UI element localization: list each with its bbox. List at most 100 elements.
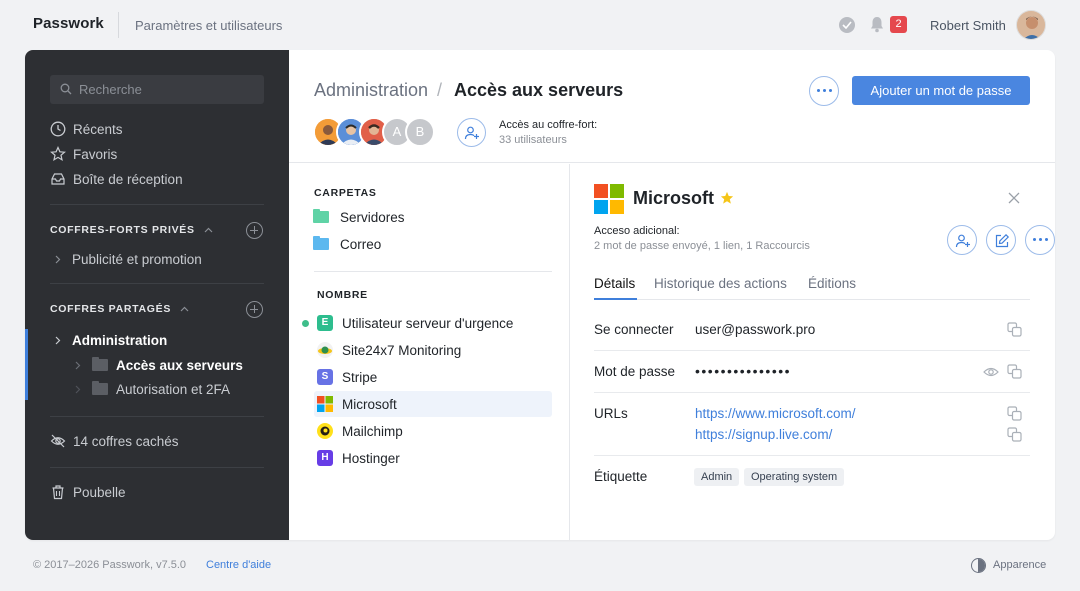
add-member-button[interactable]: [457, 118, 486, 147]
help-center-link[interactable]: Centre d'aide: [206, 559, 271, 571]
clock-icon: [50, 121, 66, 137]
add-shared-vault-icon[interactable]: [246, 301, 263, 318]
share-entry-button[interactable]: [947, 225, 977, 255]
app-logo[interactable]: Passwork: [33, 15, 104, 32]
vault-item-publicite[interactable]: Publicité et promotion: [52, 249, 202, 269]
user-avatar[interactable]: [1016, 10, 1046, 40]
user-name[interactable]: Robert Smith: [930, 18, 1006, 33]
hidden-vaults-label: 14 coffres cachés: [73, 433, 179, 449]
check-icon[interactable]: [839, 17, 855, 33]
eye-off-icon: [50, 434, 66, 448]
hostinger-icon: H: [317, 450, 333, 466]
star-icon: [50, 146, 66, 162]
list-item[interactable]: H Hostinger: [314, 445, 552, 471]
sidebar-divider: [50, 467, 264, 468]
url-link[interactable]: https://signup.live.com/: [695, 427, 832, 442]
entry-detail-panel: Microsoft Acceso adicional: 2 mot de pas…: [570, 164, 1055, 540]
folder-item-acces-serveurs[interactable]: Accès aux serveurs: [72, 355, 243, 375]
main-card: Recherche Récents Favoris Boîte de récep…: [25, 50, 1055, 540]
favorite-star-icon[interactable]: [720, 191, 734, 205]
row-divider: [594, 350, 1030, 351]
entry-more-button[interactable]: [1025, 225, 1055, 255]
shared-vaults-title: COFFRES PARTAGÉS: [50, 303, 172, 315]
list-item-label: Mailchimp: [342, 423, 403, 439]
login-label: Se connecter: [594, 322, 674, 337]
list-item-label: Stripe: [342, 369, 378, 385]
add-user-icon: [955, 234, 970, 248]
url-link[interactable]: https://www.microsoft.com/: [695, 406, 856, 421]
eye-icon[interactable]: [983, 366, 999, 378]
login-value[interactable]: user@passwork.pro: [695, 322, 815, 337]
member-avatars[interactable]: A B: [313, 117, 453, 148]
chevron-right-icon: [52, 255, 64, 264]
list-item-label: Microsoft: [342, 396, 397, 412]
chevron-down-icon: [52, 336, 64, 345]
close-icon[interactable]: [1008, 192, 1020, 204]
hidden-vaults-link[interactable]: 14 coffres cachés: [50, 431, 179, 451]
folder-servidores[interactable]: Servidores: [313, 207, 405, 227]
stripe-icon: S: [317, 369, 333, 385]
list-item-selected[interactable]: Microsoft: [314, 391, 552, 417]
folder-item-label: Autorisation et 2FA: [116, 381, 231, 397]
add-password-button[interactable]: Ajouter un mot de passe: [852, 76, 1030, 105]
copy-icon[interactable]: [1007, 364, 1022, 379]
edit-entry-button[interactable]: [986, 225, 1016, 255]
tab-editions[interactable]: Éditions: [808, 276, 856, 291]
folder-correo[interactable]: Correo: [313, 234, 381, 254]
chevron-up-icon: [204, 227, 213, 233]
notification-badge: 2: [890, 16, 907, 33]
add-private-vault-icon[interactable]: [246, 222, 263, 239]
tag-badge[interactable]: Admin: [694, 468, 740, 486]
folder-icon: [313, 236, 329, 250]
search-placeholder: Recherche: [79, 82, 142, 97]
additional-access-title: Acceso adicional:: [594, 225, 680, 237]
vault-access-count: 33 utilisateurs: [499, 134, 567, 146]
content-header: Administration / Accès aux serveurs Ajou…: [289, 50, 1055, 163]
search-input[interactable]: Recherche: [50, 75, 264, 104]
inbox-icon: [51, 173, 65, 185]
sidebar-divider: [50, 283, 264, 284]
list-item[interactable]: E Utilisateur serveur d'urgence: [314, 310, 552, 336]
more-options-button[interactable]: [809, 76, 839, 106]
tab-history[interactable]: Historique des actions: [654, 276, 787, 291]
vault-access-title: Accès au coffre-fort:: [499, 119, 598, 131]
sidebar-divider: [50, 416, 264, 417]
appearance-icon[interactable]: [971, 558, 986, 573]
list-item-label: Hostinger: [342, 450, 400, 466]
password-value[interactable]: •••••••••••••••: [695, 363, 791, 379]
folders-heading: CARPETAS: [314, 187, 377, 199]
top-divider: [118, 12, 119, 38]
list-item[interactable]: S Stripe: [314, 364, 552, 390]
private-vaults-header[interactable]: COFFRES-FORTS PRIVÉS: [50, 224, 213, 236]
appearance-button[interactable]: Apparence: [993, 559, 1046, 571]
copy-icon[interactable]: [1007, 406, 1022, 421]
folder-icon: [92, 357, 108, 371]
top-section-link[interactable]: Paramètres et utilisateurs: [135, 18, 282, 33]
names-heading: NOMBRE: [317, 289, 368, 301]
trash-icon: [52, 485, 64, 500]
add-user-icon: [464, 126, 479, 140]
tab-details[interactable]: Détails: [594, 276, 635, 291]
nav-favorites[interactable]: Favoris: [50, 144, 117, 164]
copy-icon[interactable]: [1007, 427, 1022, 442]
entry-title: Microsoft: [633, 188, 714, 208]
vault-item-administration[interactable]: Administration: [52, 330, 167, 350]
trash-link[interactable]: Poubelle: [50, 482, 126, 502]
list-item[interactable]: Mailchimp: [314, 418, 552, 444]
nav-recents[interactable]: Récents: [50, 119, 123, 139]
breadcrumb-parent[interactable]: Administration: [314, 80, 428, 101]
folder-item-autorisation[interactable]: Autorisation et 2FA: [72, 379, 230, 399]
copy-icon[interactable]: [1007, 322, 1022, 337]
tags-label: Étiquette: [594, 469, 648, 484]
bell-icon[interactable]: [869, 16, 885, 33]
chevron-right-icon: [72, 385, 84, 394]
member-avatar-letter: B: [405, 117, 435, 147]
footer-copyright: © 2017–2026 Passwork, v7.5.0: [33, 559, 187, 571]
more-dots-icon: [817, 89, 832, 92]
nav-recents-label: Récents: [73, 121, 123, 137]
nav-inbox[interactable]: Boîte de réception: [50, 169, 183, 189]
list-item[interactable]: Site24x7 Monitoring: [314, 337, 552, 363]
shared-vaults-header[interactable]: COFFRES PARTAGÉS: [50, 303, 189, 315]
private-vaults-title: COFFRES-FORTS PRIVÉS: [50, 224, 195, 236]
tag-badge[interactable]: Operating system: [744, 468, 845, 486]
